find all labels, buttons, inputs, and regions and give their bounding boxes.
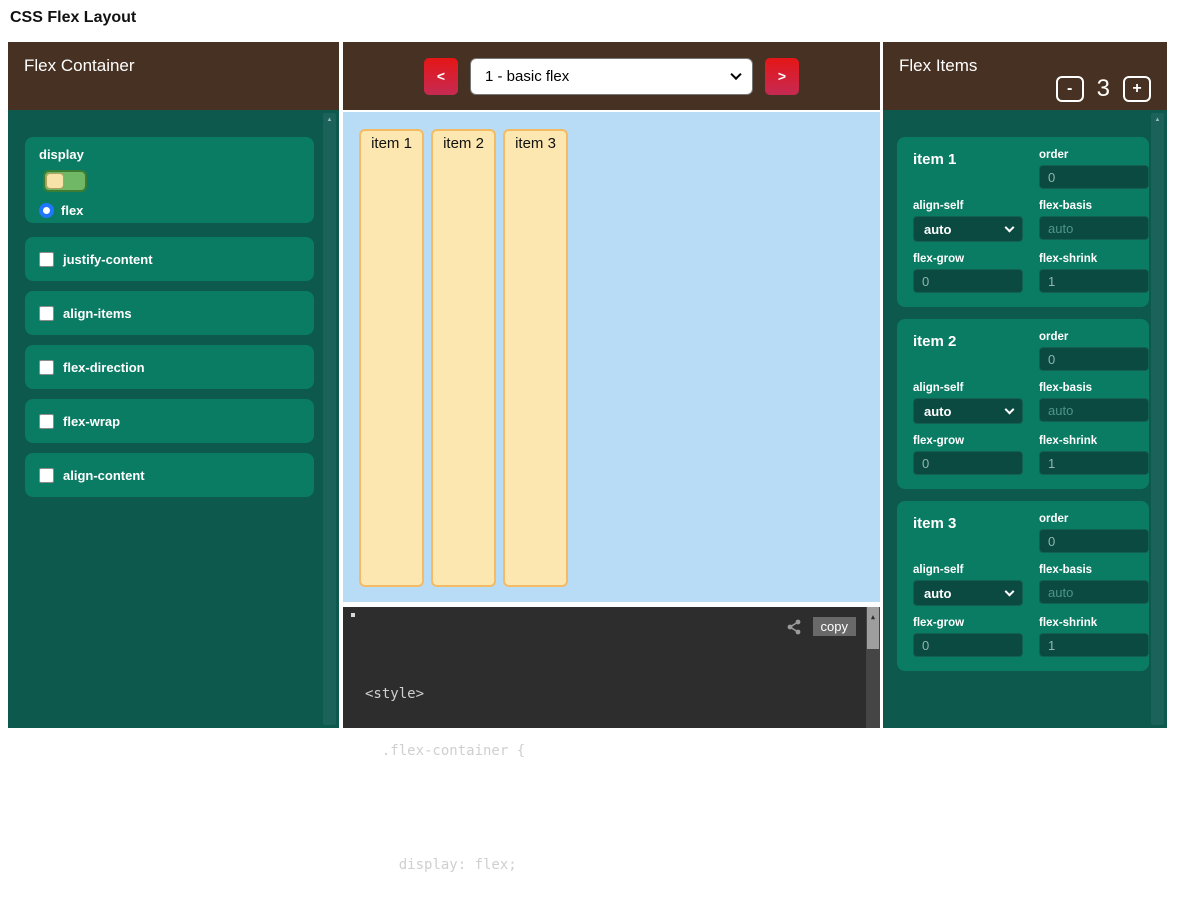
item-card-title: item 2 [913, 331, 1023, 371]
demo-item-1: item 1 [359, 129, 424, 587]
flex-shrink-input[interactable] [1039, 633, 1149, 657]
align-self-select[interactable]: auto [913, 580, 1023, 606]
flex-wrap-checkbox[interactable] [39, 414, 54, 429]
flex-items-panel: Flex Items - 3 + item 1 order align-self… [883, 42, 1167, 728]
flex-basis-input[interactable] [1039, 216, 1149, 240]
item-card-1: item 1 order align-self auto flex-basis … [897, 137, 1149, 307]
scroll-up-icon[interactable]: ▲ [871, 613, 875, 621]
property-card-align-content: align-content [25, 453, 314, 497]
display-card: display flex [25, 137, 314, 223]
display-toggle[interactable] [43, 170, 87, 192]
flex-direction-label: flex-direction [63, 360, 145, 375]
align-self-label: align-self [913, 564, 1023, 576]
preview-column: < 1 - basic flex > item 1 item 2 item 3 … [343, 42, 880, 728]
display-toggle-knob [46, 173, 64, 189]
flex-shrink-input[interactable] [1039, 269, 1149, 293]
code-line: display: flex; [365, 856, 846, 875]
code-panel: copy <style> .flex-container { display: … [343, 607, 880, 728]
item-card-2: item 2 order align-self auto flex-basis … [897, 319, 1149, 489]
flex-grow-label: flex-grow [913, 617, 1023, 629]
prev-preset-button[interactable]: < [424, 58, 458, 95]
order-label: order [1039, 513, 1149, 525]
property-card-align-items: align-items [25, 291, 314, 335]
item-card-3: item 3 order align-self auto flex-basis … [897, 501, 1149, 671]
flex-demo-area: item 1 item 2 item 3 [343, 112, 880, 602]
code-scrollbar[interactable]: ▲ [866, 607, 880, 728]
flex-basis-label: flex-basis [1039, 200, 1149, 212]
align-self-label: align-self [913, 200, 1023, 212]
display-label: display [39, 147, 300, 162]
copy-button[interactable]: copy [813, 617, 856, 636]
flex-basis-label: flex-basis [1039, 564, 1149, 576]
code-listing: <style> .flex-container { display: flex; [343, 607, 880, 913]
code-line [365, 799, 846, 818]
flex-basis-label: flex-basis [1039, 382, 1149, 394]
flex-radio[interactable] [39, 203, 54, 218]
flex-items-header: Flex Items - 3 + [883, 42, 1167, 110]
scroll-up-icon[interactable]: ▲ [1151, 116, 1164, 124]
flex-radio-label: flex [61, 203, 83, 218]
flex-grow-input[interactable] [913, 269, 1023, 293]
code-marker-dot [351, 613, 355, 617]
flex-grow-label: flex-grow [913, 253, 1023, 265]
demo-item-3: item 3 [503, 129, 568, 587]
flex-items-body: item 1 order align-self auto flex-basis … [883, 110, 1167, 728]
align-self-label: align-self [913, 382, 1023, 394]
demo-item-2: item 2 [431, 129, 496, 587]
align-content-label: align-content [63, 468, 145, 483]
flex-container-body: display flex justify-content align-items… [8, 110, 339, 728]
align-self-select[interactable]: auto [913, 398, 1023, 424]
justify-content-label: justify-content [63, 252, 153, 267]
flex-items-title: Flex Items [899, 56, 977, 76]
next-preset-button[interactable]: > [765, 58, 799, 95]
flex-direction-checkbox[interactable] [39, 360, 54, 375]
order-label: order [1039, 149, 1149, 161]
flex-container-title: Flex Container [24, 56, 135, 76]
order-input[interactable] [1039, 529, 1149, 553]
item-card-title: item 1 [913, 149, 1023, 189]
property-card-flex-direction: flex-direction [25, 345, 314, 389]
justify-content-checkbox[interactable] [39, 252, 54, 267]
align-self-select[interactable]: auto [913, 216, 1023, 242]
flex-grow-input[interactable] [913, 451, 1023, 475]
add-item-button[interactable]: + [1123, 76, 1151, 102]
remove-item-button[interactable]: - [1056, 76, 1084, 102]
item-count: 3 [1097, 75, 1110, 103]
scroll-up-icon[interactable]: ▲ [323, 116, 336, 124]
order-input[interactable] [1039, 165, 1149, 189]
flex-container-panel: Flex Container display flex justify-cont… [8, 42, 339, 728]
left-panel-scrollbar[interactable]: ▲ [323, 113, 336, 725]
flex-basis-input[interactable] [1039, 580, 1149, 604]
preset-select[interactable]: 1 - basic flex [470, 58, 753, 95]
property-card-justify-content: justify-content [25, 237, 314, 281]
code-scrollbar-thumb[interactable]: ▲ [867, 607, 879, 649]
order-input[interactable] [1039, 347, 1149, 371]
code-line: .flex-container { [365, 742, 846, 761]
page-title: CSS Flex Layout [10, 9, 136, 27]
preset-header: < 1 - basic flex > [343, 42, 880, 110]
item-card-title: item 3 [913, 513, 1023, 553]
flex-container-header: Flex Container [8, 42, 339, 110]
flex-basis-input[interactable] [1039, 398, 1149, 422]
flex-wrap-label: flex-wrap [63, 414, 120, 429]
flex-shrink-label: flex-shrink [1039, 617, 1149, 629]
flex-shrink-label: flex-shrink [1039, 253, 1149, 265]
align-items-checkbox[interactable] [39, 306, 54, 321]
align-content-checkbox[interactable] [39, 468, 54, 483]
flex-grow-label: flex-grow [913, 435, 1023, 447]
code-line: <style> [365, 685, 846, 704]
right-panel-scrollbar[interactable]: ▲ [1151, 113, 1164, 725]
flex-grow-input[interactable] [913, 633, 1023, 657]
flex-shrink-label: flex-shrink [1039, 435, 1149, 447]
flex-shrink-input[interactable] [1039, 451, 1149, 475]
order-label: order [1039, 331, 1149, 343]
share-icon[interactable] [785, 618, 803, 636]
property-card-flex-wrap: flex-wrap [25, 399, 314, 443]
align-items-label: align-items [63, 306, 132, 321]
